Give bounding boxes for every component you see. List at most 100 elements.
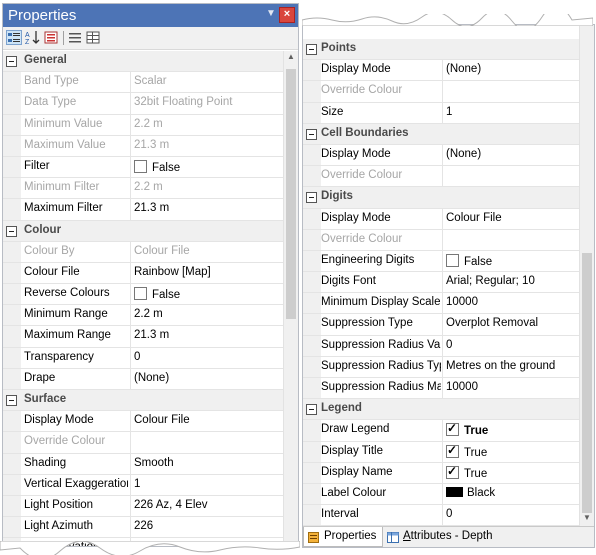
property-value-cell[interactable]: True: [442, 420, 580, 441]
property-value-cell[interactable]: 1: [442, 102, 580, 123]
grid-icon[interactable]: [85, 30, 101, 45]
property-value-cell[interactable]: 21.3 m: [130, 326, 284, 347]
property-row-data-type[interactable]: Data Type 32bit Floating Point: [3, 93, 284, 115]
category-digits[interactable]: Digits: [303, 187, 580, 209]
list-icon[interactable]: [67, 30, 83, 45]
property-row-maximum-range[interactable]: Maximum Range 21.3 m: [3, 326, 284, 348]
property-row-minimum-display-scale[interactable]: Minimum Display Scale 10000: [303, 293, 580, 315]
property-row-minimum-range[interactable]: Minimum Range 2.2 m: [3, 305, 284, 327]
checkbox[interactable]: [446, 421, 459, 437]
collapse-icon[interactable]: [306, 128, 317, 140]
collapse-icon[interactable]: [6, 225, 17, 237]
colour-swatch[interactable]: [446, 486, 463, 497]
property-row-colour-by[interactable]: Colour By Colour File: [3, 241, 284, 263]
category-points[interactable]: Points: [303, 39, 580, 61]
checkbox[interactable]: [134, 287, 147, 301]
property-value-cell[interactable]: 0: [442, 505, 580, 526]
collapse-icon[interactable]: [6, 395, 17, 406]
scroll-up-icon[interactable]: ▲: [284, 51, 298, 63]
scroll-thumb[interactable]: [582, 253, 592, 513]
property-value-cell[interactable]: True: [442, 462, 580, 483]
property-value-cell[interactable]: 0: [442, 335, 580, 356]
property-value-cell[interactable]: Arial; Regular; 10: [442, 272, 580, 293]
collapse-icon[interactable]: [306, 44, 317, 55]
checkbox[interactable]: [134, 159, 147, 173]
property-value-cell[interactable]: False: [442, 250, 580, 272]
property-row-vertical-exaggeration[interactable]: Vertical Exaggeration 1: [3, 474, 284, 496]
property-value-cell[interactable]: 226: [130, 517, 284, 538]
property-row-size[interactable]: Size 1: [303, 102, 580, 124]
property-value-cell[interactable]: Colour File: [130, 411, 284, 432]
property-value-cell[interactable]: False: [130, 156, 284, 178]
scroll-down-icon[interactable]: ▼: [580, 512, 594, 524]
property-value-cell[interactable]: 226 Az, 4 Elev: [130, 495, 284, 517]
property-row-display-mode[interactable]: Display Mode Colour File: [303, 208, 580, 230]
property-row-display-name[interactable]: Display Name True: [303, 462, 580, 484]
collapse-icon[interactable]: [6, 56, 17, 67]
category-cell-boundaries[interactable]: Cell Boundaries: [303, 123, 580, 145]
property-row-display-mode[interactable]: Display Mode (None): [303, 144, 580, 167]
property-row-band-type[interactable]: Band Type Scalar: [3, 72, 284, 94]
scroll-thumb[interactable]: [286, 69, 296, 319]
property-value-cell[interactable]: Smooth: [130, 453, 284, 474]
property-value-cell[interactable]: True: [442, 441, 580, 462]
property-row-maximum-value[interactable]: Maximum Value 21.3 m: [3, 135, 284, 157]
property-row-light-position[interactable]: Light Position 226 Az, 4 Elev: [3, 495, 284, 518]
scrollbar-right[interactable]: ▼: [579, 25, 594, 526]
category-colour[interactable]: Colour: [3, 220, 284, 242]
property-row-engineering-digits[interactable]: Engineering Digits False: [303, 250, 580, 273]
category-surface[interactable]: Surface: [3, 390, 284, 412]
property-row-digits-font[interactable]: Digits Font Arial; Regular; 10: [303, 272, 580, 294]
property-value-cell[interactable]: Black: [442, 483, 580, 505]
tab-properties[interactable]: Properties: [303, 527, 384, 547]
checkbox[interactable]: [446, 443, 459, 458]
category-legend[interactable]: Legend: [303, 399, 580, 421]
property-value-cell[interactable]: Metres on the ground: [442, 356, 580, 377]
property-value-cell[interactable]: 10000: [442, 293, 580, 314]
property-row-display-title[interactable]: Display Title True: [303, 441, 580, 463]
property-row-suppression-radius-valu[interactable]: Suppression Radius Valu 0: [303, 335, 580, 357]
property-row-suppression-type[interactable]: Suppression Type Overplot Removal: [303, 314, 580, 336]
property-value-cell[interactable]: Colour File: [442, 208, 580, 229]
property-value-cell[interactable]: Overplot Removal: [442, 314, 580, 335]
categorized-view-icon[interactable]: [6, 30, 22, 45]
checkbox[interactable]: [446, 253, 459, 267]
property-row-display-mode[interactable]: Display Mode (None): [303, 60, 580, 82]
property-value-cell[interactable]: 1: [130, 474, 284, 495]
property-value-cell[interactable]: Rainbow [Map]: [130, 262, 284, 284]
property-row-override-colour[interactable]: Override Colour: [303, 81, 580, 103]
property-row-shading[interactable]: Shading Smooth: [3, 453, 284, 475]
property-value-cell[interactable]: (None): [442, 60, 580, 81]
scrollbar-left[interactable]: ▲: [283, 51, 298, 546]
property-row-override-colour[interactable]: Override Colour: [303, 166, 580, 188]
property-row-minimum-filter[interactable]: Minimum Filter 2.2 m: [3, 178, 284, 200]
collapse-icon[interactable]: [306, 404, 317, 416]
property-value-cell[interactable]: False: [130, 284, 284, 305]
property-row-maximum-filter[interactable]: Maximum Filter 21.3 m: [3, 199, 284, 221]
property-value-cell[interactable]: 21.3 m: [130, 199, 284, 220]
property-value-cell[interactable]: (None): [130, 368, 284, 389]
category-general[interactable]: General: [3, 51, 284, 73]
property-row-colour-file[interactable]: Colour File Rainbow [Map]: [3, 262, 284, 285]
property-pages-icon[interactable]: [43, 30, 59, 45]
property-row-transparency[interactable]: Transparency 0: [3, 347, 284, 369]
property-row-draw-legend[interactable]: Draw Legend True: [303, 420, 580, 442]
property-row-display-mode[interactable]: Display Mode Colour File: [3, 411, 284, 433]
property-row-override-colour[interactable]: Override Colour: [3, 432, 284, 454]
property-row-reverse-colours[interactable]: Reverse Colours False: [3, 284, 284, 306]
checkbox[interactable]: [446, 464, 459, 479]
property-row-label-colour[interactable]: Label Colour Black: [303, 483, 580, 506]
property-value-cell[interactable]: (None): [442, 144, 580, 166]
property-row-suppression-radius-typ[interactable]: Suppression Radius Typ Metres on the grou…: [303, 356, 580, 378]
property-row-minimum-value[interactable]: Minimum Value 2.2 m: [3, 114, 284, 136]
tab-attributes-depth[interactable]: Attributes - Depth: [383, 527, 499, 546]
collapse-icon[interactable]: [306, 192, 317, 204]
property-value-cell[interactable]: 2.2 m: [130, 305, 284, 326]
property-row-override-colour[interactable]: Override Colour: [303, 229, 580, 251]
property-row-light-azimuth[interactable]: Light Azimuth 226: [3, 517, 284, 539]
property-row-suppression-radius-maj[interactable]: Suppression Radius Maj 10000: [303, 378, 580, 400]
sort-alphabetical-icon[interactable]: AZ: [25, 30, 41, 46]
property-row-drape[interactable]: Drape (None): [3, 368, 284, 390]
property-row-filter[interactable]: Filter False: [3, 156, 284, 179]
property-value-cell[interactable]: 0: [130, 347, 284, 368]
